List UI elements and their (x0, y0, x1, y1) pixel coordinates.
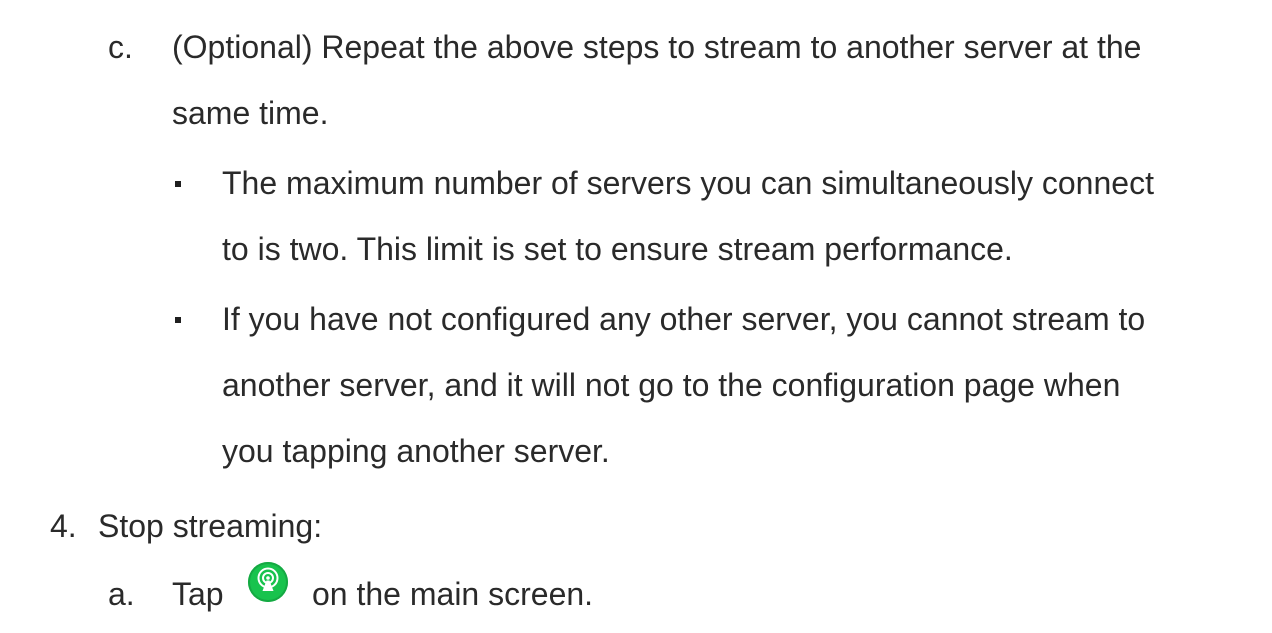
list-marker-a: a. (108, 576, 135, 612)
bullet-2-text: If you have not configured any other ser… (222, 286, 1145, 484)
list-marker-c: c. (108, 29, 133, 65)
item-c-line-2: same time. (172, 95, 329, 131)
item-a-text-after: on the main screen. (312, 576, 594, 612)
bullet-2-line-1: If you have not configured any other ser… (222, 301, 1146, 337)
bullet-1-line-2: to is two. This limit is set to ensure s… (222, 231, 1013, 267)
list-marker-4: 4. (50, 508, 77, 544)
item-a-text-before: Tap (172, 576, 224, 612)
bullet-marker-1 (175, 181, 181, 187)
live-stream-icon (248, 562, 288, 602)
bullet-marker-2 (175, 317, 181, 323)
item-c-text: (Optional) Repeat the above steps to str… (172, 14, 1141, 146)
step-4-text: Stop streaming: (98, 508, 323, 544)
item-c-line-1: (Optional) Repeat the above steps to str… (172, 29, 1142, 65)
bullet-2-line-3: you tapping another server. (222, 433, 610, 469)
document-page: c. (Optional) Repeat the above steps to … (0, 0, 1272, 633)
bullet-1-text: The maximum number of servers you can si… (222, 150, 1154, 282)
bullet-1-line-1: The maximum number of servers you can si… (222, 165, 1154, 201)
bullet-2-line-2: another server, and it will not go to th… (222, 367, 1121, 403)
